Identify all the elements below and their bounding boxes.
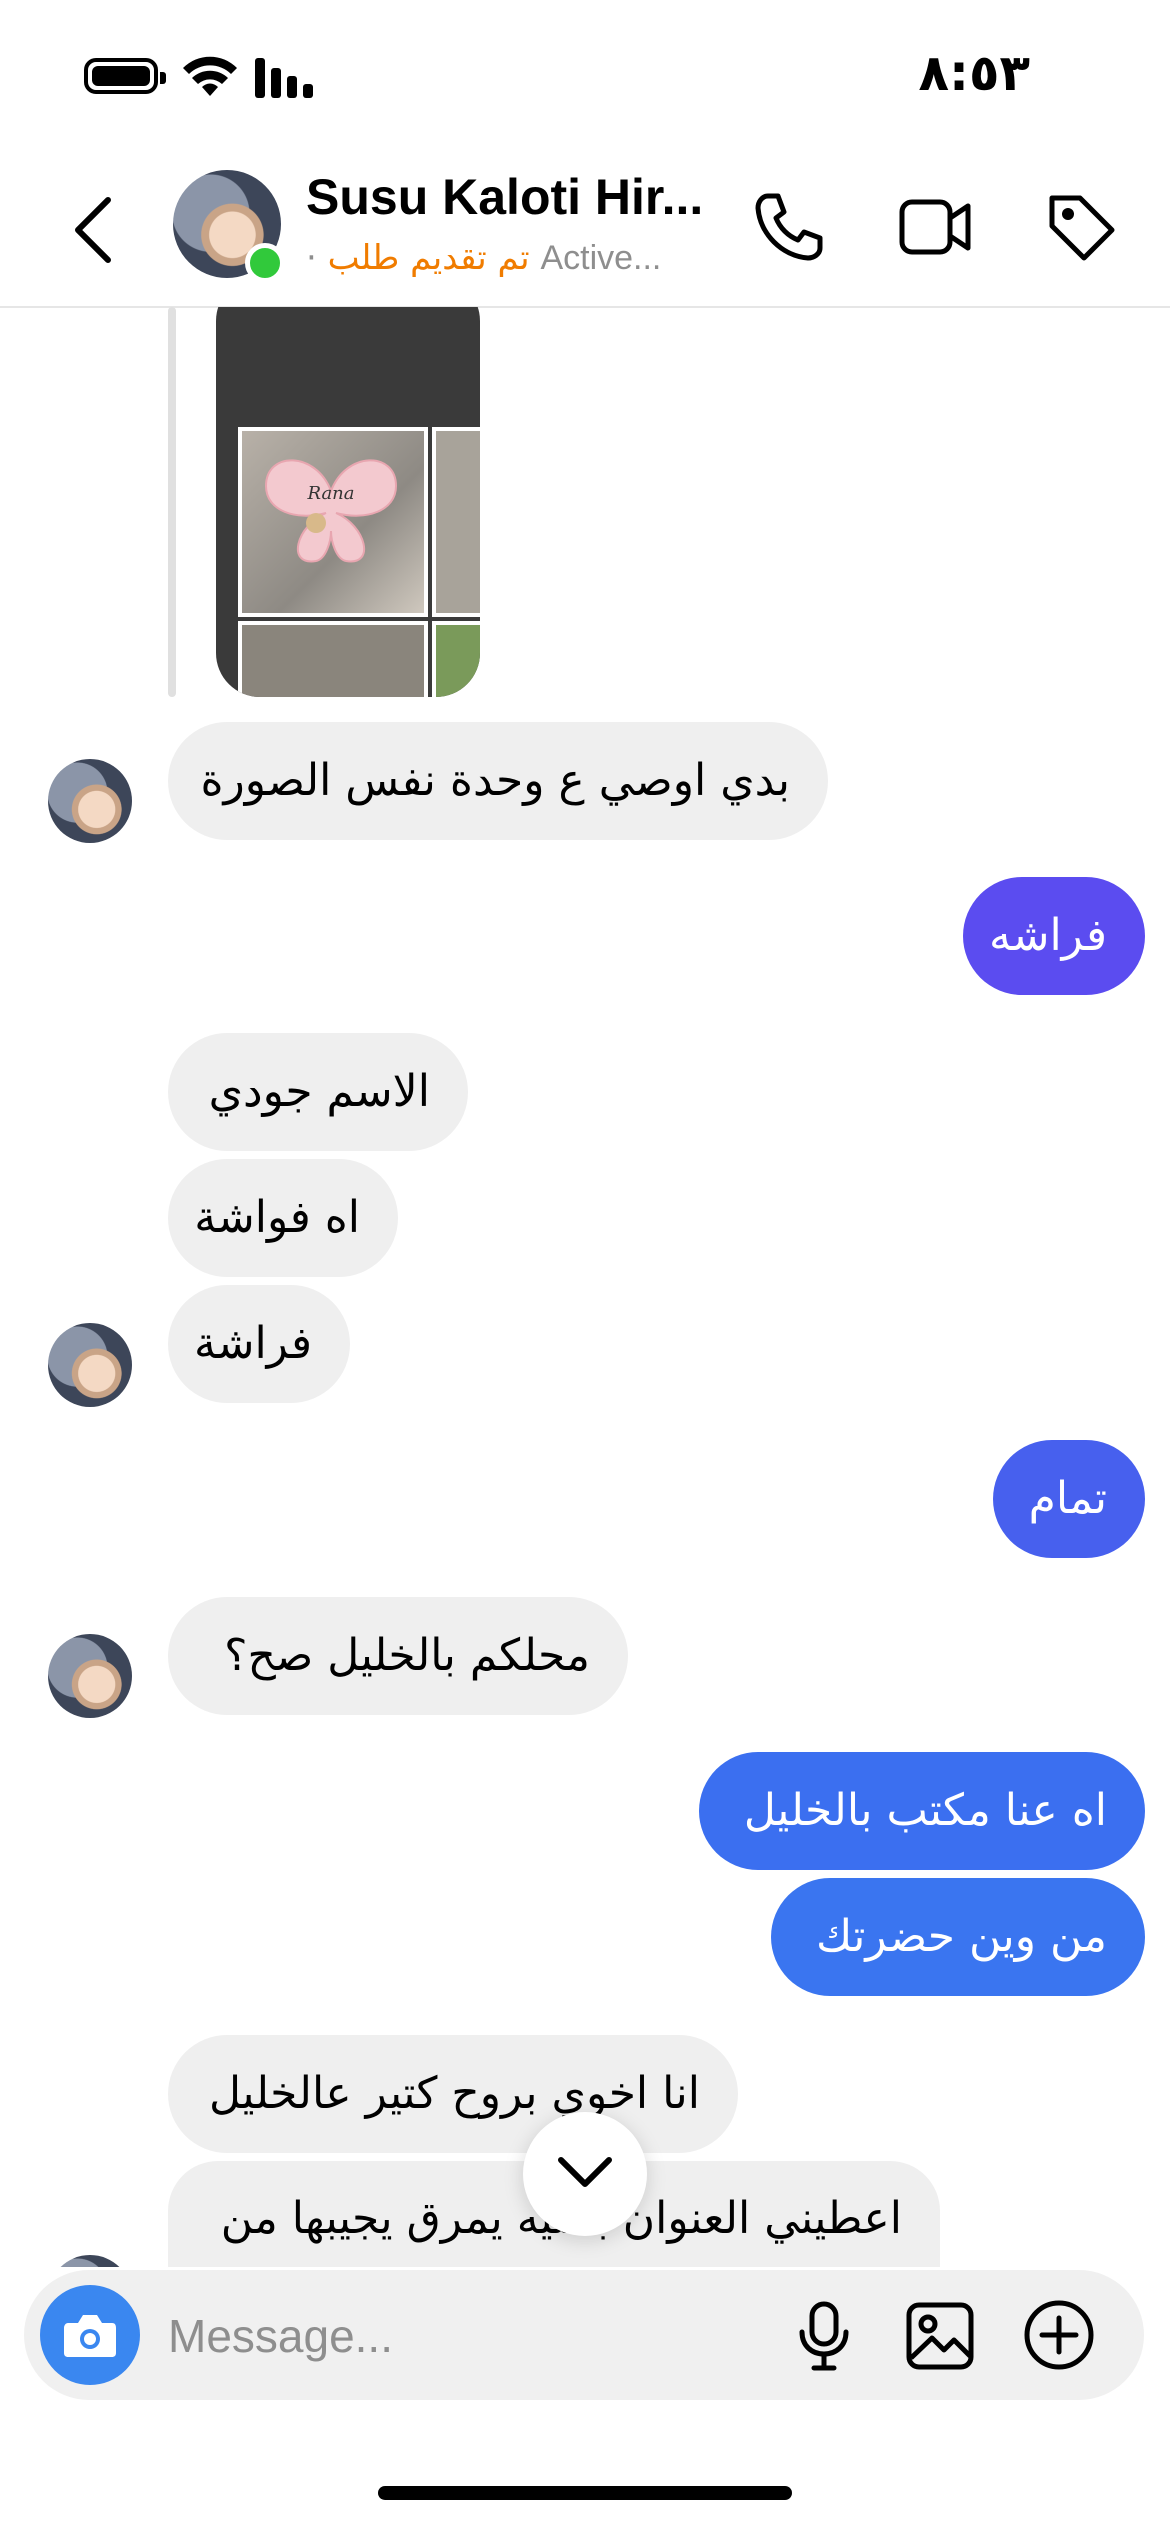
contact-subtitle: · تم تقديم طلب Active... — [306, 238, 706, 278]
phone-call-icon[interactable] — [752, 190, 826, 264]
message-bubble-incoming[interactable]: فراشة — [168, 1285, 350, 1403]
product-photo — [432, 427, 480, 617]
camera-button[interactable] — [40, 2285, 140, 2385]
signal-icon — [255, 58, 319, 98]
message-bubble-incoming[interactable]: محلكم بالخليل صح؟ — [168, 1597, 628, 1715]
contact-name[interactable]: Susu Kaloti Hir... — [306, 168, 706, 226]
video-call-icon[interactable] — [898, 190, 974, 264]
wifi-icon — [183, 56, 237, 96]
sender-avatar[interactable] — [48, 2255, 132, 2267]
battery-icon — [84, 58, 166, 94]
message-input[interactable] — [166, 2300, 730, 2372]
butterfly-plaque-image: Rana — [264, 459, 398, 563]
sender-avatar[interactable] — [48, 1323, 132, 1407]
product-photo: Rana — [238, 427, 428, 617]
sender-avatar[interactable] — [48, 759, 132, 843]
product-photo — [432, 621, 480, 697]
status-time: ٨:٥٣ — [918, 44, 1030, 102]
plaque-text: Rana — [306, 483, 354, 504]
microphone-icon[interactable] — [794, 2300, 854, 2372]
product-photo — [238, 621, 428, 697]
chevron-down-icon — [558, 2157, 612, 2187]
status-bar: ٨:٥٣ — [0, 0, 1170, 150]
message-bubble-outgoing[interactable]: تمام — [993, 1440, 1145, 1558]
back-icon[interactable] — [60, 190, 130, 270]
message-composer — [24, 2270, 1144, 2400]
message-bubble-outgoing[interactable]: فراشه — [963, 877, 1145, 995]
chat-thread[interactable]: Rana بدي اوصي ع وحدة نفس الصورة فراشه ال… — [0, 307, 1170, 2267]
scroll-to-bottom-button[interactable] — [523, 2112, 647, 2236]
message-bubble-incoming[interactable]: الاسم جودي — [168, 1033, 468, 1151]
camera-icon — [64, 2315, 116, 2357]
add-icon[interactable] — [1022, 2298, 1096, 2372]
message-bubble-incoming[interactable]: بدي اوصي ع وحدة نفس الصورة — [168, 722, 828, 840]
message-bubble-incoming[interactable]: اه فواشة — [168, 1159, 398, 1277]
message-bubble-incoming[interactable]: انا اخوي بروح كتير عالخليل — [168, 2035, 738, 2153]
message-bubble-outgoing[interactable]: من وين حضرتك — [771, 1878, 1145, 1996]
online-status-dot — [245, 243, 285, 283]
sender-avatar[interactable] — [48, 1634, 132, 1718]
shared-story-preview[interactable]: Rana — [216, 307, 480, 697]
message-bubble-outgoing[interactable]: اه عنا مكتب بالخليل — [699, 1752, 1145, 1870]
separator-dot: · — [306, 238, 317, 278]
order-tag-label: تم تقديم طلب — [327, 238, 530, 278]
gallery-icon[interactable] — [904, 2300, 976, 2372]
home-indicator — [378, 2486, 792, 2500]
active-status: Active... — [540, 239, 662, 277]
reply-indicator-bar — [168, 307, 176, 697]
tag-icon[interactable] — [1044, 190, 1118, 264]
